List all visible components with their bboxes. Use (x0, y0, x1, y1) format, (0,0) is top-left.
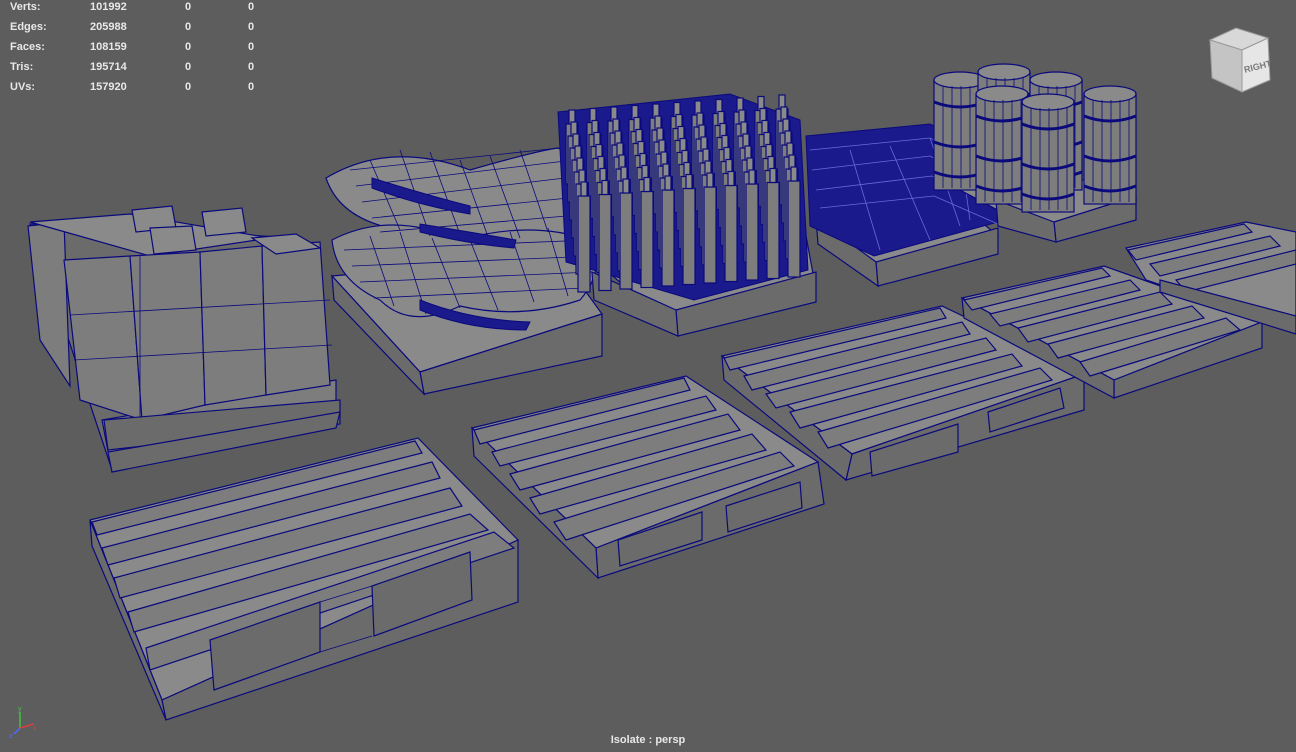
hud-label: Edges: (10, 21, 47, 33)
hud-value-total: 157920 (90, 81, 127, 93)
bottle-neck (685, 173, 693, 190)
hud-value-total: 101992 (90, 1, 127, 13)
hud-value-component: 0 (248, 41, 255, 53)
viewcube[interactable]: RIGHT (1204, 26, 1276, 96)
axis-x-label: x (33, 725, 37, 732)
hud-label: UVs: (10, 81, 36, 93)
hud-value-total: 205988 (90, 21, 127, 33)
hud-label: Verts: (10, 1, 41, 13)
bottle (598, 193, 612, 292)
pallet-boxes[interactable] (27, 205, 341, 473)
pallet-sacks[interactable] (325, 147, 603, 396)
camera-name-label: Isolate : persp (610, 734, 686, 746)
bottle-neck (706, 172, 714, 188)
hud-value-component: 0 (248, 61, 255, 73)
bottle (640, 190, 654, 289)
bottle-neck (664, 175, 672, 191)
barrel-lid (1083, 85, 1137, 103)
hud-value-selected: 0 (185, 1, 192, 13)
bottle-neck (601, 179, 609, 196)
axis-y-label: y (18, 706, 22, 713)
bottle-neck (643, 176, 651, 193)
bottle (745, 183, 759, 281)
bottle (724, 184, 738, 283)
hud-value-selected: 0 (185, 81, 192, 93)
hud-value-total: 108159 (90, 41, 127, 53)
bottle (766, 181, 780, 280)
hud-value-selected: 0 (185, 41, 192, 53)
bottle-neck (748, 169, 756, 185)
bottle (577, 195, 591, 293)
bottle-neck (580, 181, 588, 197)
barrel-lid (1021, 93, 1075, 111)
axis-gizmo: y x z (9, 706, 37, 738)
bottle-neck (790, 166, 798, 182)
bottle (661, 189, 675, 287)
hud-value-component: 0 (248, 81, 255, 93)
barrel-lid (975, 85, 1029, 103)
3d-viewport[interactable] (0, 0, 1296, 752)
bottle (619, 192, 633, 290)
bottle-neck (769, 167, 777, 184)
hud-value-total: 195714 (90, 61, 127, 73)
hud-label: Faces: (10, 41, 45, 53)
barrel-lid (1029, 71, 1083, 89)
hud-label: Tris: (10, 61, 34, 73)
hud-value-component: 0 (248, 21, 255, 33)
bottle (703, 186, 717, 284)
hud-value-selected: 0 (185, 21, 192, 33)
barrel-lid (977, 63, 1031, 81)
hud-value-component: 0 (248, 1, 255, 13)
bottle (787, 180, 801, 278)
bottle-neck (727, 170, 735, 187)
bottle-neck (622, 178, 630, 194)
hud-value-selected: 0 (185, 61, 192, 73)
pallet-large-front[interactable] (89, 437, 520, 721)
bottle (682, 187, 696, 286)
pallet-bottles[interactable] (557, 93, 817, 337)
